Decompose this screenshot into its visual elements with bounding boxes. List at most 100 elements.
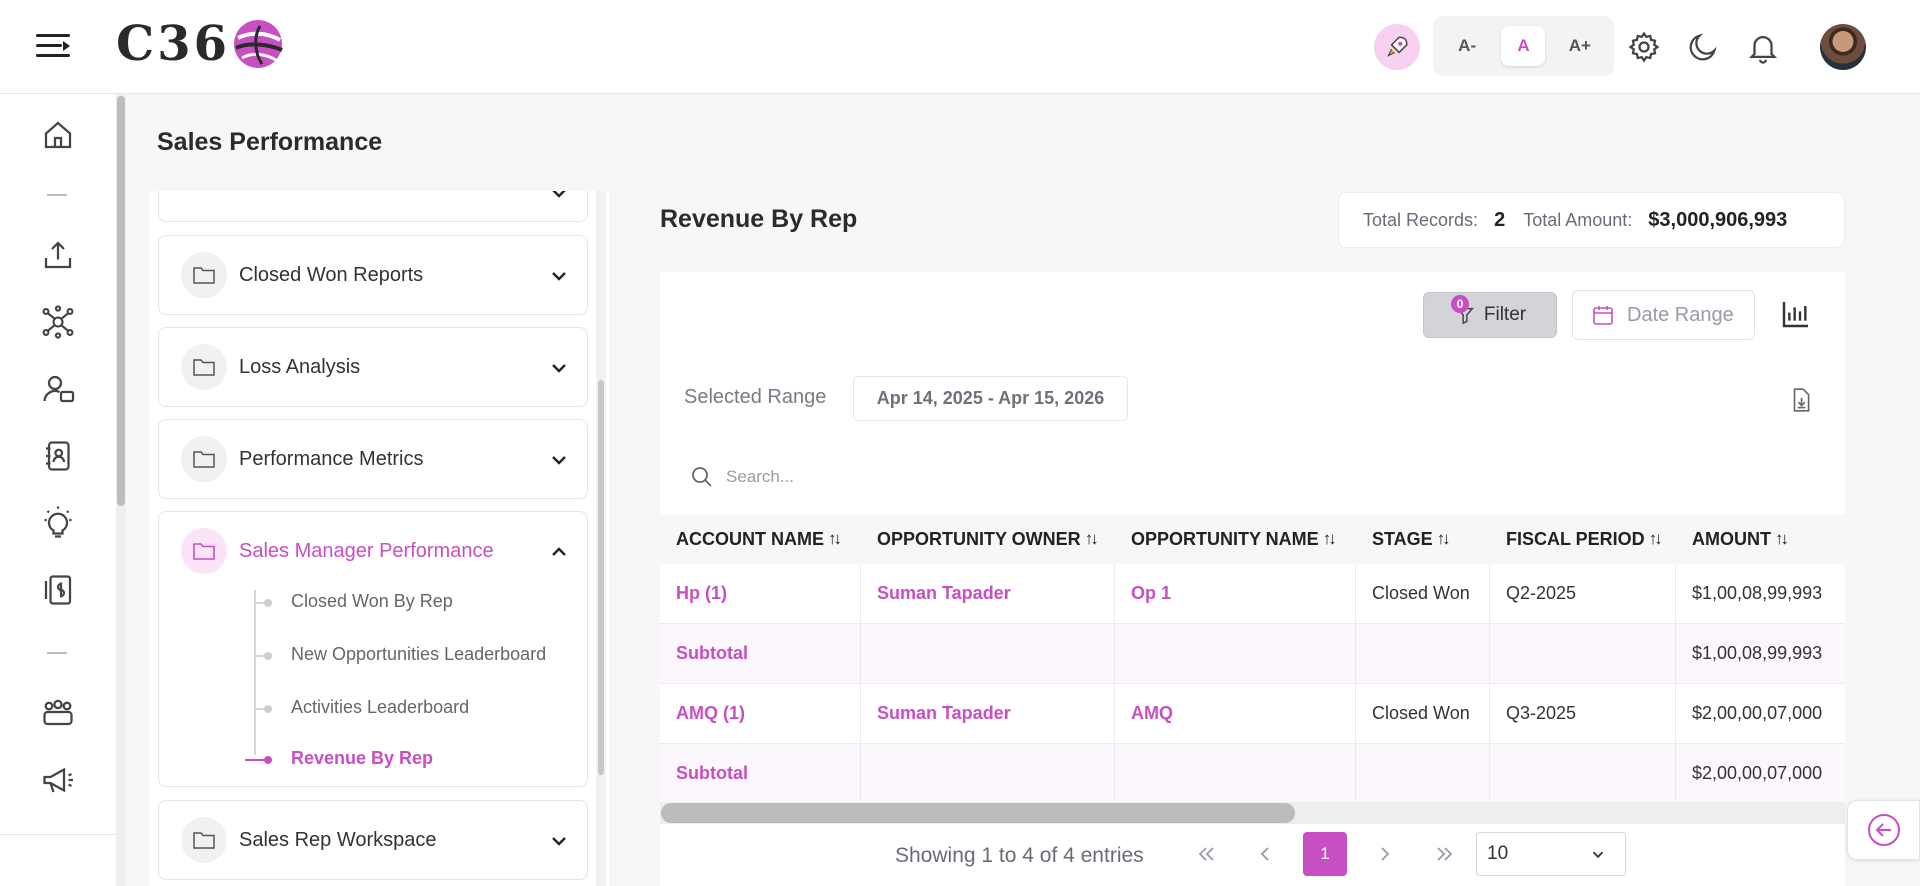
next-page-button[interactable] [1363,832,1407,876]
report-link-new-opportunities-leaderboard[interactable]: New Opportunities Leaderboard [291,644,546,665]
page-button-current[interactable]: 1 [1303,832,1347,876]
arrow-left-circle-icon [1867,814,1900,846]
empty-cell [861,624,1115,683]
column-label: FISCAL PERIOD [1506,528,1645,549]
user-card-icon[interactable] [40,371,76,407]
calendar-icon [1593,306,1613,325]
selected-range-value: Apr 14, 2025 - Apr 15, 2026 [853,376,1128,421]
empty-cell [1115,624,1356,683]
column-header-opportunity-owner[interactable]: OPPORTUNITY OWNER ↑↓ [861,514,1115,564]
search-input[interactable] [726,467,1026,487]
user-avatar[interactable] [1820,24,1866,70]
folder-closed-won-reports[interactable]: Closed Won Reports [158,235,588,315]
account-link[interactable]: AMQ (1) [660,684,861,743]
subtotal-amount: $1,00,08,99,993 [1692,643,1823,663]
previous-page-button[interactable] [1243,832,1287,876]
tree-dot [264,705,272,713]
owner-link[interactable]: Suman Tapader [861,564,1115,623]
contact-book-icon[interactable] [40,438,76,474]
chevron-down-icon [552,456,566,465]
folder-label: Sales Manager Performance [239,539,494,562]
account-link[interactable]: Hp (1) [660,564,861,623]
empty-cell [1490,744,1676,803]
report-link-closed-won-by-rep[interactable]: Closed Won By Rep [291,591,453,612]
opportunity-link[interactable]: AMQ [1115,684,1356,743]
invoice-icon[interactable] [40,572,76,608]
folder-icon [181,436,227,482]
stage-cell: Closed Won [1356,564,1490,623]
chevron-up-icon [552,547,566,556]
table-header: ACCOUNT NAME ↑↓ OPPORTUNITY OWNER ↑↓ OPPOR… [660,514,1845,564]
folder-sales-rep-workspace[interactable]: Sales Rep Workspace [158,800,588,880]
column-label: AMOUNT [1692,528,1771,549]
network-icon[interactable] [40,304,76,340]
font-increase-button[interactable]: A+ [1558,26,1602,66]
report-sublist: Closed Won By Rep New Opportunities Lead… [159,590,587,807]
rail-footer [0,834,126,886]
column-header-opportunity-name[interactable]: OPPORTUNITY NAME ↑↓ [1115,514,1356,564]
lightbulb-icon[interactable] [40,505,76,541]
folder-sales-manager-performance[interactable]: Sales Manager Performance Closed Won By … [158,511,588,787]
rocket-icon[interactable] [1374,24,1420,70]
report-link-revenue-by-rep[interactable]: Revenue By Rep [291,748,433,769]
folder-icon [181,528,227,574]
column-label: OPPORTUNITY OWNER [877,528,1081,549]
app-logo[interactable]: C36 [116,14,284,74]
total-records-value: 2 [1494,208,1506,231]
folder-icon [181,344,227,390]
subtotal-row: Subtotal $2,00,00,07,000 [660,744,1845,804]
gear-icon[interactable] [1627,30,1661,64]
column-header-account-name[interactable]: ACCOUNT NAME ↑↓ [660,514,861,564]
total-amount-value: $3,000,906,993 [1648,208,1788,231]
chevron-down-icon [1592,851,1604,859]
upload-icon[interactable] [40,237,76,273]
stage-cell: Closed Won [1356,684,1490,743]
total-records-label: Total Records: [1363,209,1479,230]
report-link-activities-leaderboard[interactable]: Activities Leaderboard [291,697,469,718]
collapse-panel-button[interactable] [1847,800,1920,860]
sort-icon: ↑↓ [1648,529,1663,548]
tree-line [254,590,256,755]
column-header-stage[interactable]: STAGE ↑↓ [1356,514,1490,564]
subtotal-amount: $2,00,00,07,000 [1692,763,1823,783]
selected-range-label: Selected Range [684,386,827,408]
opportunity-link[interactable]: Op 1 [1115,564,1356,623]
subtotal-label: Subtotal [660,744,861,803]
owner-link[interactable]: Suman Tapader [861,684,1115,743]
font-size-switcher: A- A A+ [1433,16,1614,76]
chevron-down-icon [552,272,566,281]
filter-button[interactable]: Filter [1423,292,1557,338]
export-file-icon[interactable] [1788,386,1814,414]
font-normal-button[interactable]: A [1501,26,1546,66]
folder-label: Closed Won Reports [239,263,424,286]
page-size-select[interactable]: 10 [1476,832,1626,876]
chevron-left-icon [1260,847,1269,861]
team-icon[interactable] [40,694,76,730]
empty-cell [861,744,1115,803]
last-page-button[interactable] [1423,832,1467,876]
home-icon[interactable] [40,117,76,153]
rail-divider [47,652,67,654]
column-header-fiscal-period[interactable]: FISCAL PERIOD ↑↓ [1490,514,1676,564]
top-bar: C36 A- A A+ [0,0,1920,94]
rail-scrollbar-thumb[interactable] [117,96,125,506]
date-range-button[interactable]: Date Range [1572,290,1755,340]
font-decrease-button[interactable]: A- [1445,26,1489,66]
folder-icon [181,252,227,298]
folder-performance-metrics[interactable]: Performance Metrics [158,419,588,499]
bell-icon[interactable] [1746,30,1780,64]
amount-cell: $1,00,08,99,993 [1692,583,1823,603]
page-size-value: 10 [1487,843,1509,864]
fiscal-period-cell: Q2-2025 [1490,564,1676,623]
fiscal-period-cell: Q3-2025 [1490,684,1676,743]
tree-dot-active [264,756,272,764]
folder-loss-analysis[interactable]: Loss Analysis [158,327,588,407]
column-header-amount[interactable]: AMOUNT ↑↓ [1676,514,1845,564]
folder-panel-scrollbar-thumb[interactable] [598,380,604,775]
table-horizontal-scrollbar-thumb[interactable] [661,803,1295,823]
moon-icon[interactable] [1686,30,1720,64]
megaphone-icon[interactable] [40,762,76,798]
bar-chart-icon[interactable] [1780,298,1812,330]
first-page-button[interactable] [1184,832,1228,876]
menu-toggle-icon[interactable] [36,32,70,60]
